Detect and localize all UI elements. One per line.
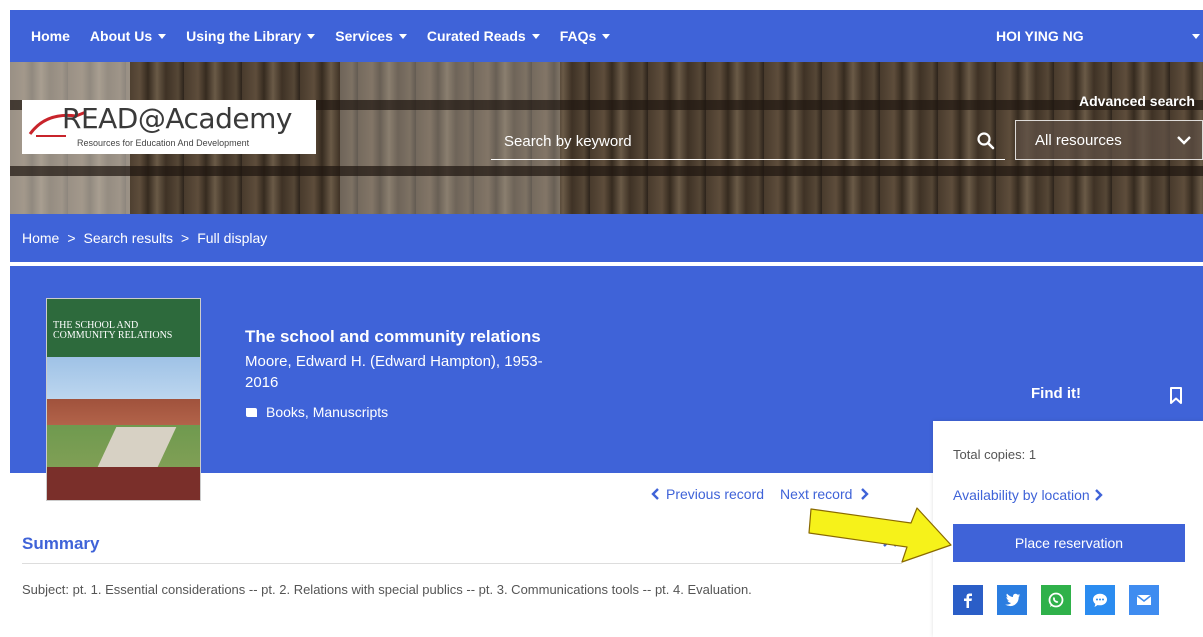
total-copies: Total copies: 1 [953, 447, 1037, 462]
place-reservation-button[interactable]: Place reservation [953, 524, 1185, 562]
cover-path [97, 427, 177, 467]
book-icon [246, 407, 257, 417]
advanced-search-link[interactable]: Advanced search [1079, 93, 1195, 109]
whatsapp-glyph-icon [1048, 592, 1064, 608]
search-icon[interactable] [975, 130, 997, 152]
find-it-title: Find it! [1031, 385, 1081, 402]
facebook-glyph-icon [964, 593, 972, 608]
logo-tagline: Resources for Education And Development [77, 138, 250, 148]
site-logo[interactable]: READ@Academy Resources for Education And… [22, 100, 316, 154]
book-cover: THE SCHOOL AND COMMUNITY RELATIONS [46, 298, 201, 501]
logo-wordmark: READ@Academy [62, 102, 292, 135]
breadcrumb-separator: > [181, 230, 190, 246]
breadcrumb-search-results[interactable]: Search results [84, 230, 173, 246]
summary-heading[interactable]: Summary [22, 534, 99, 554]
caret-down-icon [307, 33, 316, 39]
availability-label: Availability by location [953, 487, 1090, 503]
twitter-glyph-icon [1005, 593, 1021, 607]
next-record-label: Next record [780, 486, 853, 502]
cover-title-panel: THE SCHOOL AND COMMUNITY RELATIONS [47, 299, 200, 357]
breadcrumb-full-display: Full display [197, 230, 268, 246]
envelope-icon [1136, 594, 1152, 605]
nav-using-the-library[interactable]: Using the Library [186, 28, 316, 44]
nav-using-the-library-label: Using the Library [186, 28, 302, 44]
caret-down-icon [158, 33, 167, 39]
record-title: The school and community relations [245, 327, 541, 346]
nav-services-label: Services [335, 28, 393, 44]
shelf-divider [10, 166, 1203, 176]
nav-home-label: Home [31, 28, 70, 44]
nav-about-us[interactable]: About Us [89, 28, 167, 44]
nav-about-us-label: About Us [89, 28, 153, 44]
chevron-left-icon [651, 488, 659, 500]
annotation-arrow-icon [808, 507, 952, 563]
breadcrumb-separator: > [67, 230, 76, 246]
nav-curated-reads-label: Curated Reads [426, 28, 526, 44]
record-type: Books, Manuscripts [245, 404, 388, 420]
search-input[interactable] [491, 124, 1005, 160]
availability-by-location-link[interactable]: Availability by location [953, 487, 1103, 503]
caret-down-icon [531, 33, 540, 39]
nav-faqs-label: FAQs [559, 28, 597, 44]
record-year: 2016 [245, 374, 279, 391]
previous-record-link[interactable]: Previous record [651, 486, 764, 502]
twitter-share-icon[interactable] [997, 585, 1027, 615]
summary-divider [22, 563, 902, 564]
messenger-share-icon[interactable] [1085, 585, 1115, 615]
breadcrumb: Home > Search results > Full display [10, 214, 1203, 264]
nav-services[interactable]: Services [335, 28, 407, 44]
summary-text: Subject: pt. 1. Essential considerations… [22, 582, 752, 597]
whatsapp-share-icon[interactable] [1041, 585, 1071, 615]
user-menu-caret-icon[interactable] [1192, 34, 1200, 39]
breadcrumb-home[interactable]: Home [22, 230, 59, 246]
nav-home[interactable]: Home [31, 28, 70, 44]
chevron-right-icon [861, 488, 870, 500]
chat-bubble-icon [1093, 593, 1107, 607]
caret-down-icon [398, 33, 407, 39]
chevron-down-icon [1177, 136, 1191, 145]
record-author-name: Moore, Edward H. (Edward Hampton), 1953- [245, 353, 543, 370]
bookmark-icon[interactable] [1169, 387, 1183, 404]
cover-title-text: THE SCHOOL AND COMMUNITY RELATIONS [53, 320, 173, 341]
next-record-link[interactable]: Next record [780, 486, 870, 502]
nav-curated-reads[interactable]: Curated Reads [427, 28, 540, 44]
email-share-icon[interactable] [1129, 585, 1159, 615]
top-navigation: Home About Us Using the Library Services… [10, 10, 1203, 62]
previous-record-label: Previous record [666, 486, 765, 502]
cover-photo [47, 357, 200, 467]
record-pagination: Previous record Next record [651, 486, 870, 502]
caret-down-icon [602, 33, 611, 39]
user-menu[interactable]: HOI YING NG [996, 28, 1084, 44]
record-type-label: Books, Manuscripts [266, 404, 389, 420]
search-scope-select[interactable]: All resources [1015, 120, 1203, 160]
facebook-share-icon[interactable] [953, 585, 983, 615]
find-it-header: Find it! [933, 376, 1203, 421]
record-author: Moore, Edward H. (Edward Hampton), 1953-… [245, 351, 585, 393]
cover-footer-panel [47, 467, 200, 500]
search-scope-value: All resources [1035, 131, 1122, 149]
chevron-right-icon [1094, 489, 1103, 501]
nav-faqs[interactable]: FAQs [560, 28, 611, 44]
